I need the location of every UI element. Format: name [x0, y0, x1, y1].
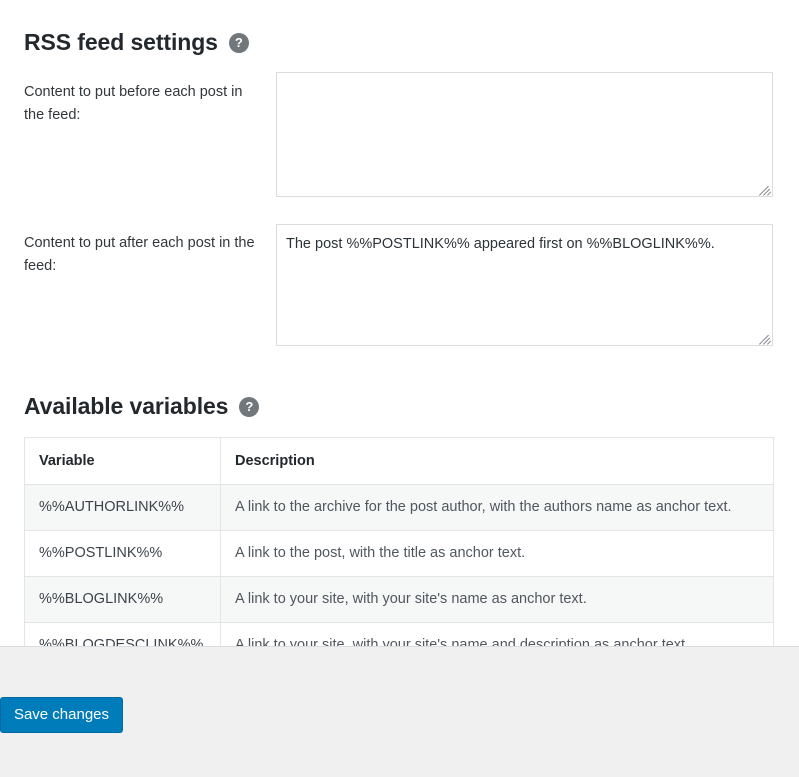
content-after-label: Content to put after each post in the fe…	[24, 235, 255, 274]
content-before-label: Content to put before each post in the f…	[24, 84, 243, 123]
table-body: %%AUTHORLINK%% A link to the archive for…	[24, 484, 774, 646]
cell-description: A link to the post, with the title as an…	[220, 530, 774, 577]
content-before-textarea[interactable]	[276, 72, 773, 197]
table-header-row: Variable Description	[24, 437, 774, 485]
cell-description: A link to your site, with your site's na…	[220, 576, 774, 623]
available-variables-table: Variable Description %%AUTHORLINK%% A li…	[24, 437, 774, 646]
column-header-variable: Variable	[24, 437, 221, 485]
settings-page: RSS feed settings ? Content to put befor…	[0, 0, 799, 777]
cell-description: A link to the archive for the post autho…	[220, 484, 774, 531]
cell-variable: %%POSTLINK%%	[24, 530, 221, 577]
column-header-description: Description	[220, 437, 774, 485]
help-icon[interactable]: ?	[228, 32, 249, 53]
cell-description: A link to your site, with your site's na…	[220, 622, 774, 646]
save-changes-button[interactable]: Save changes	[0, 697, 123, 733]
cell-variable: %%BLOGDESCLINK%%	[24, 622, 221, 646]
cell-variable: %%BLOGLINK%%	[24, 576, 221, 623]
footer-bar: Save changes	[0, 646, 799, 777]
cell-variable: %%AUTHORLINK%%	[24, 484, 221, 531]
rss-feed-settings-heading: RSS feed settings ?	[24, 29, 249, 57]
table-row: %%AUTHORLINK%% A link to the archive for…	[24, 484, 774, 531]
table-row: %%BLOGLINK%% A link to your site, with y…	[24, 576, 774, 623]
help-icon[interactable]: ?	[239, 396, 260, 417]
content-pane: RSS feed settings ? Content to put befor…	[0, 0, 799, 646]
table-row: %%POSTLINK%% A link to the post, with th…	[24, 530, 774, 577]
available-variables-heading: Available variables ?	[24, 393, 260, 421]
page-title: RSS feed settings	[24, 29, 218, 55]
table-row: %%BLOGDESCLINK%% A link to your site, wi…	[24, 622, 774, 646]
table-header: Variable Description	[24, 437, 774, 485]
content-after-textarea[interactable]: The post %%POSTLINK%% appeared first on …	[276, 224, 773, 346]
section-title-variables: Available variables	[24, 393, 229, 419]
